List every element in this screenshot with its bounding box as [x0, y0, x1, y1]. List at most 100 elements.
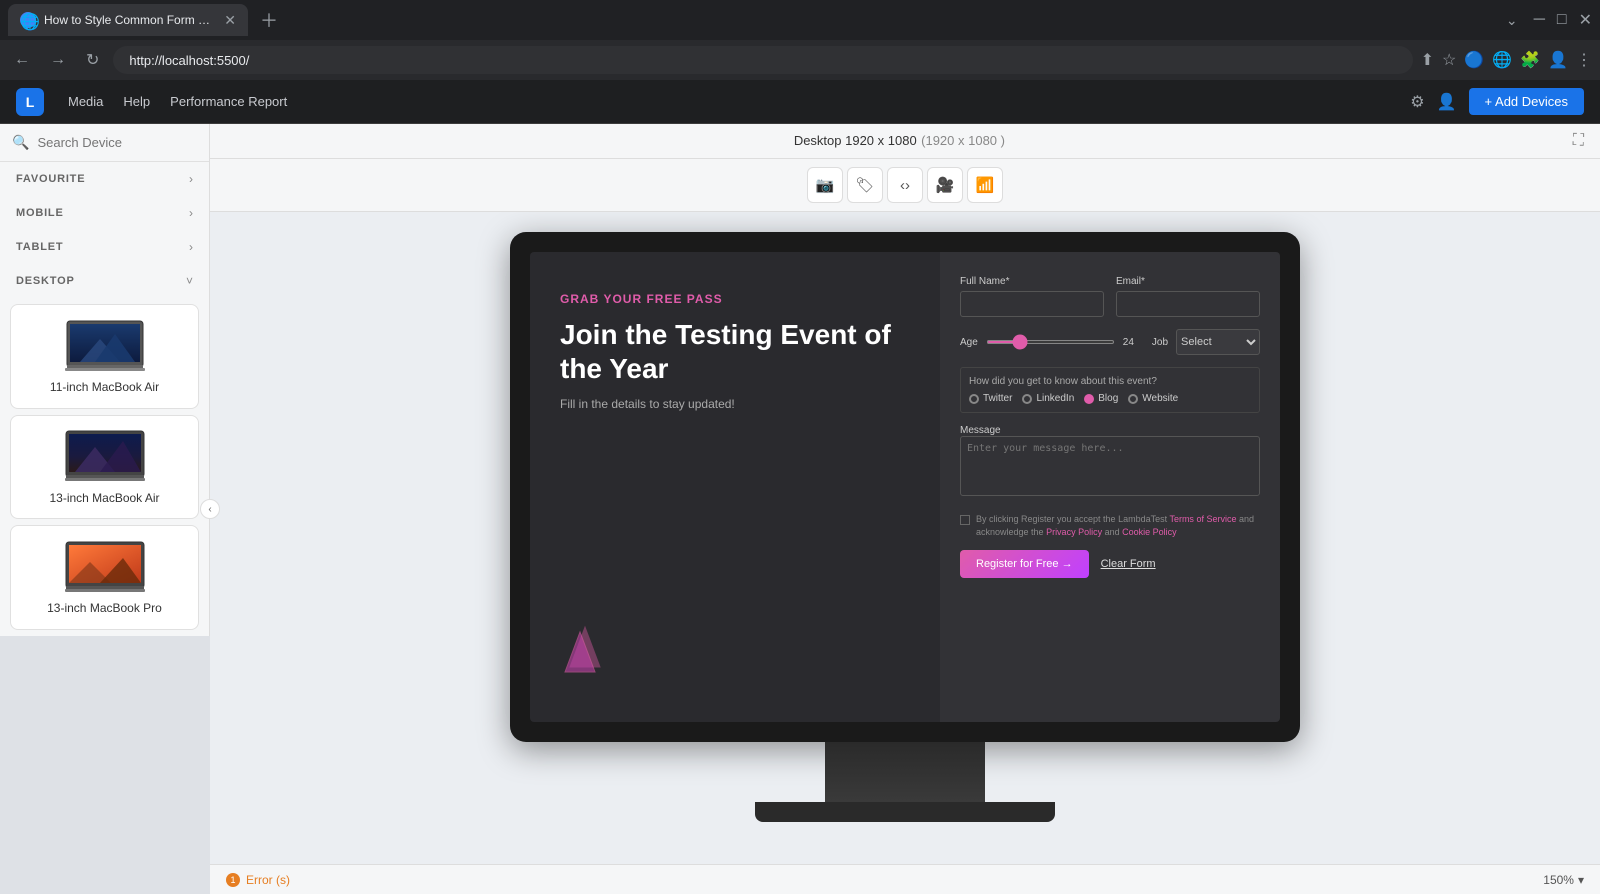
job-label: Job: [1152, 337, 1168, 348]
new-tab-button[interactable]: ＋: [260, 7, 278, 33]
message-textarea[interactable]: [960, 436, 1260, 496]
section-tablet-header[interactable]: TABLET ›: [0, 230, 209, 264]
sidebar: 🔍 FAVOURITE › MOBILE › TABLET: [0, 124, 210, 636]
message-section: Message: [960, 425, 1260, 501]
nav-media[interactable]: Media: [68, 94, 103, 109]
menu-icon[interactable]: ⋮: [1576, 50, 1592, 70]
code-tool[interactable]: ‹›: [887, 167, 923, 203]
app-nav: Media Help Performance Report: [68, 94, 287, 109]
fullscreen-icon[interactable]: ⛶: [1573, 132, 1584, 150]
radio-website[interactable]: Website: [1128, 393, 1178, 404]
error-count-dot: 1: [226, 873, 240, 887]
form-left-panel: GRAB YOUR FREE PASS Join the Testing Eve…: [530, 252, 940, 722]
back-button[interactable]: ←: [8, 47, 36, 73]
know-title: How did you get to know about this event…: [969, 376, 1251, 387]
main-layout: 🔍 FAVOURITE › MOBILE › TABLET: [0, 124, 1600, 894]
browser-tab[interactable]: 🌐 How to Style Common Form Ele... ✕: [8, 4, 248, 36]
settings-button[interactable]: ⚙: [1410, 92, 1424, 112]
privacy-policy-link[interactable]: Privacy Policy: [1046, 527, 1102, 537]
section-favourite-label: FAVOURITE: [16, 173, 85, 185]
know-about-box: How did you get to know about this event…: [960, 367, 1260, 413]
chevron-down-icon-desktop: ˅: [186, 274, 193, 288]
section-tablet: TABLET ›: [0, 230, 209, 264]
status-bar: 1 Error (s) 150% ▾: [210, 864, 1600, 894]
address-bar[interactable]: [113, 46, 1412, 74]
reload-button[interactable]: ↻: [80, 46, 105, 74]
button-row: Register for Free → Clear Form: [960, 550, 1260, 578]
section-favourite-header[interactable]: FAVOURITE ›: [0, 162, 209, 196]
header-right: ⚙ 👤 + Add Devices: [1410, 88, 1584, 115]
email-input[interactable]: [1116, 291, 1260, 317]
tab-favicon: 🌐: [20, 12, 36, 28]
search-icon: 🔍: [12, 134, 29, 151]
inspect-tool[interactable]: 🏷: [847, 167, 883, 203]
restore-button[interactable]: □: [1557, 11, 1567, 29]
section-mobile-label: MOBILE: [16, 207, 64, 219]
device-card-13-macbook-pro[interactable]: 13-inch MacBook Pro: [10, 525, 199, 630]
search-device-container: 🔍: [0, 124, 209, 162]
device-image-11-macbook-air: [65, 317, 145, 372]
age-slider[interactable]: [986, 340, 1115, 344]
extension-icon-2[interactable]: 🌐: [1492, 50, 1512, 70]
forward-button[interactable]: →: [44, 47, 72, 73]
profile-icon[interactable]: 👤: [1548, 50, 1568, 70]
search-device-input[interactable]: [37, 135, 197, 150]
device-card-11-macbook-air[interactable]: 11-inch MacBook Air: [10, 304, 199, 409]
browser-chrome: 🌐 How to Style Common Form Ele... ✕ ＋ ⌄ …: [0, 0, 1600, 40]
viewport: GRAB YOUR FREE PASS Join the Testing Eve…: [210, 212, 1600, 864]
extension-icon-1[interactable]: 🔵: [1464, 50, 1484, 70]
terms-text: By clicking Register you accept the Lamb…: [976, 513, 1260, 538]
screenshot-tool[interactable]: 📷: [807, 167, 843, 203]
section-desktop-header[interactable]: DESKTOP ˅: [0, 264, 209, 298]
tab-list-button[interactable]: ⌄: [1506, 12, 1518, 29]
device-card-13-macbook-air[interactable]: 13-inch MacBook Air: [10, 415, 199, 520]
network-tool[interactable]: 📶: [967, 167, 1003, 203]
nav-help[interactable]: Help: [123, 94, 150, 109]
app-logo: L: [16, 88, 44, 116]
error-label: Error (s): [246, 873, 290, 887]
view-toolbar: 📷 🏷 ‹› 🎥 📶: [210, 159, 1600, 212]
video-tool[interactable]: 🎥: [927, 167, 963, 203]
form-right-panel: Full Name* Email* Age: [940, 252, 1280, 722]
cookie-policy-link[interactable]: Cookie Policy: [1122, 527, 1177, 537]
close-window-button[interactable]: ✕: [1579, 10, 1592, 30]
terms-checkbox[interactable]: [960, 515, 970, 525]
terms-of-service-link[interactable]: Terms of Service: [1169, 514, 1236, 524]
radio-label-website: Website: [1142, 393, 1178, 404]
section-desktop-label: DESKTOP: [16, 275, 75, 287]
bookmark-icon[interactable]: ☆: [1442, 50, 1456, 70]
radio-linkedin[interactable]: LinkedIn: [1022, 393, 1074, 404]
job-select[interactable]: Select: [1176, 329, 1260, 355]
share-icon[interactable]: ⬆: [1421, 50, 1434, 70]
radio-blog[interactable]: Blog: [1084, 393, 1118, 404]
monitor-frame: GRAB YOUR FREE PASS Join the Testing Eve…: [510, 232, 1300, 742]
section-mobile-header[interactable]: MOBILE ›: [0, 196, 209, 230]
age-label: Age: [960, 337, 978, 348]
sidebar-collapse-button[interactable]: ‹: [200, 499, 220, 519]
logo-shape: [560, 617, 610, 677]
browser-toolbar-icons: ⬆ ☆ 🔵 🌐 🧩 👤 ⋮: [1421, 50, 1592, 70]
close-tab-button[interactable]: ✕: [224, 12, 236, 29]
full-name-input[interactable]: [960, 291, 1104, 317]
form-subtext: Fill in the details to stay updated!: [560, 397, 910, 411]
zoom-control[interactable]: 150% ▾: [1543, 873, 1584, 887]
radio-label-twitter: Twitter: [983, 393, 1012, 404]
device-name-13-macbook-air: 13-inch MacBook Air: [49, 491, 159, 507]
user-button[interactable]: 👤: [1437, 92, 1457, 112]
add-devices-button[interactable]: + Add Devices: [1469, 88, 1584, 115]
terms-row: By clicking Register you accept the Lamb…: [960, 513, 1260, 538]
monitor-screen: GRAB YOUR FREE PASS Join the Testing Eve…: [530, 252, 1280, 722]
nav-performance[interactable]: Performance Report: [170, 94, 287, 109]
address-bar-row: ← → ↻ ⬆ ☆ 🔵 🌐 🧩 👤 ⋮: [0, 40, 1600, 80]
extensions-icon[interactable]: 🧩: [1520, 50, 1540, 70]
message-label: Message: [960, 425, 1260, 436]
error-badge: 1 Error (s): [226, 873, 290, 887]
radio-twitter[interactable]: Twitter: [969, 393, 1012, 404]
radio-label-linkedin: LinkedIn: [1036, 393, 1074, 404]
age-job-row: Age 24 Job Select: [960, 329, 1260, 355]
radio-dot-blog: [1084, 394, 1094, 404]
register-button[interactable]: Register for Free →: [960, 550, 1089, 578]
chevron-right-icon-tablet: ›: [189, 240, 193, 254]
clear-form-button[interactable]: Clear Form: [1101, 558, 1156, 570]
minimize-button[interactable]: ─: [1534, 11, 1545, 29]
